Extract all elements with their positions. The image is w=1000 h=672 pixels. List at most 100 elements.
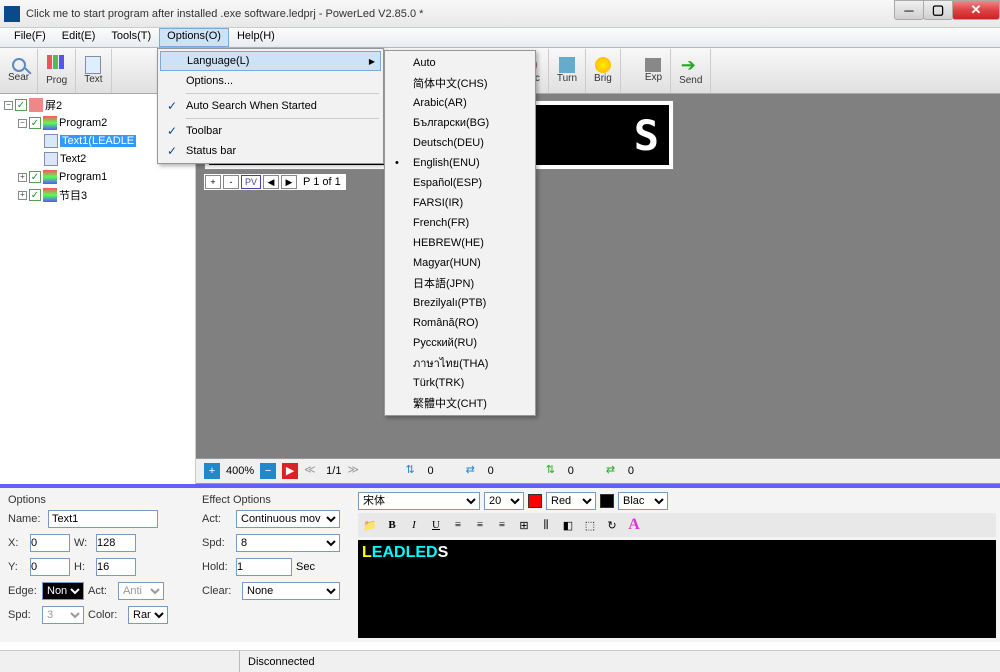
lang-ir[interactable]: FARSI(IR) (387, 193, 533, 213)
lang-deu[interactable]: Deutsch(DEU) (387, 133, 533, 153)
menu-options[interactable]: Options(O) (159, 28, 229, 47)
align-left-button[interactable]: ≡ (448, 515, 468, 535)
font-select[interactable]: 宋体 (358, 492, 480, 510)
tree-checkbox[interactable]: ✓ (29, 117, 41, 129)
tool-brig[interactable]: Brig (586, 49, 621, 93)
next-frame-icon[interactable]: ≫ (347, 463, 363, 479)
bold-button[interactable]: B (382, 515, 402, 535)
tree-text1[interactable]: Text1(LEADLE (60, 135, 136, 147)
lang-tha[interactable]: ภาษาไทย(THA) (387, 353, 533, 373)
menu-toolbar[interactable]: ✓Toolbar (160, 121, 381, 141)
align-center-button[interactable]: ≡ (470, 515, 490, 535)
edge-select[interactable]: Non (42, 582, 84, 600)
prev-frame-icon[interactable]: ≪ (304, 463, 320, 479)
menu-file[interactable]: File(F) (6, 28, 54, 47)
export-icon (645, 58, 661, 72)
lang-enu[interactable]: •English(ENU) (387, 153, 533, 173)
italic-button[interactable]: I (404, 515, 424, 535)
effect1-button[interactable]: ◧ (558, 515, 578, 535)
close-button[interactable]: ✕ (952, 0, 1000, 20)
act-select[interactable]: Continuous mov (236, 510, 340, 528)
lang-hun[interactable]: Magyar(HUN) (387, 253, 533, 273)
text-color-select[interactable]: Red (546, 492, 596, 510)
menu-options-sub[interactable]: Options... (160, 71, 381, 91)
lang-trk[interactable]: Türk(TRK) (387, 373, 533, 393)
open-file-button[interactable]: 📁 (360, 515, 380, 535)
text-effect-button[interactable]: A (624, 515, 644, 535)
tool-turn[interactable]: Turn (549, 49, 586, 93)
align-right-button[interactable]: ≡ (492, 515, 512, 535)
effect2-button[interactable]: ⬚ (580, 515, 600, 535)
tree-program1[interactable]: Program1 (59, 171, 107, 183)
tree-program2[interactable]: Program2 (59, 117, 107, 129)
lang-bg[interactable]: Български(BG) (387, 113, 533, 133)
menu-edit[interactable]: Edit(E) (54, 28, 104, 47)
text-preview[interactable]: LEADLEDS (358, 540, 996, 638)
tree-root[interactable]: 屏2 (45, 97, 62, 113)
edge-color-select[interactable]: Rand (128, 606, 168, 624)
tree-checkbox[interactable]: ✓ (29, 171, 41, 183)
lang-ru[interactable]: Русский(RU) (387, 333, 533, 353)
menu-statusbar[interactable]: ✓Status bar (160, 141, 381, 161)
spd-select[interactable]: 8 (236, 534, 340, 552)
menu-tools[interactable]: Tools(T) (103, 28, 159, 47)
tool-text[interactable]: Text (76, 49, 111, 93)
tree-checkbox[interactable]: ✓ (29, 189, 41, 201)
lang-he[interactable]: HEBREW(HE) (387, 233, 533, 253)
tool-prog[interactable]: Prog (38, 49, 76, 93)
lang-esp[interactable]: Español(ESP) (387, 173, 533, 193)
page-prev-button[interactable]: ◀ (263, 175, 279, 189)
lang-ar[interactable]: Arabic(AR) (387, 93, 533, 113)
play-icon[interactable]: ▶ (282, 463, 298, 479)
x-input[interactable] (30, 534, 70, 552)
page-remove-button[interactable]: - (223, 175, 239, 189)
zoom-out-icon[interactable]: − (260, 463, 276, 479)
edge-spd-select[interactable]: 3 (42, 606, 84, 624)
spacing-button[interactable]: ⫼ (536, 515, 556, 535)
menu-language[interactable]: Language(L)▶ (160, 51, 381, 71)
edge-act-select[interactable]: Anti (118, 582, 164, 600)
lang-cht[interactable]: 繁體中文(CHT) (387, 393, 533, 413)
tree-expand-icon[interactable]: + (18, 191, 27, 200)
maximize-button[interactable]: ▢ (923, 0, 953, 20)
name-input[interactable] (48, 510, 158, 528)
tree-checkbox[interactable]: ✓ (15, 99, 27, 111)
tree-text2[interactable]: Text2 (60, 153, 86, 165)
lang-jpn[interactable]: 日本語(JPN) (387, 273, 533, 293)
lang-auto[interactable]: Auto (387, 53, 533, 73)
lang-chs[interactable]: 简体中文(CHS) (387, 73, 533, 93)
menu-help[interactable]: Help(H) (229, 28, 283, 47)
tool-search[interactable]: Sear (0, 49, 38, 93)
refresh-button[interactable]: ↻ (602, 515, 622, 535)
page-preview-button[interactable]: PV (241, 175, 261, 189)
tree-expand-icon[interactable]: − (18, 119, 27, 128)
tool-exp[interactable]: Exp (637, 49, 671, 93)
w-input[interactable] (96, 534, 136, 552)
tree-expand-icon[interactable]: − (4, 101, 13, 110)
menu-autosearch[interactable]: ✓Auto Search When Started (160, 96, 381, 116)
page-next-button[interactable]: ▶ (281, 175, 297, 189)
tree-item3[interactable]: 节目3 (59, 187, 87, 203)
lang-fr[interactable]: French(FR) (387, 213, 533, 233)
leftright-icon[interactable]: ⇄ (606, 463, 622, 479)
send-icon: ➔ (681, 55, 701, 75)
minimize-button[interactable]: ─ (894, 0, 924, 20)
updown-icon[interactable]: ⇅ (405, 463, 421, 479)
bg-color-select[interactable]: Blac (618, 492, 668, 510)
h-input[interactable] (96, 558, 136, 576)
lang-ptb[interactable]: Brezilyalı(PTB) (387, 293, 533, 313)
valign-button[interactable]: ⊞ (514, 515, 534, 535)
clear-select[interactable]: None (242, 582, 340, 600)
text-icon (85, 56, 101, 74)
underline-button[interactable]: U (426, 515, 446, 535)
tool-send[interactable]: ➔Send (671, 49, 711, 93)
page-add-button[interactable]: + (205, 175, 221, 189)
updown-icon[interactable]: ⇅ (546, 463, 562, 479)
y-input[interactable] (30, 558, 70, 576)
leftright-icon[interactable]: ⇄ (466, 463, 482, 479)
lang-ro[interactable]: Română(RO) (387, 313, 533, 333)
size-select[interactable]: 20 (484, 492, 524, 510)
zoom-in-icon[interactable]: + (204, 463, 220, 479)
tree-expand-icon[interactable]: + (18, 173, 27, 182)
hold-input[interactable] (236, 558, 292, 576)
